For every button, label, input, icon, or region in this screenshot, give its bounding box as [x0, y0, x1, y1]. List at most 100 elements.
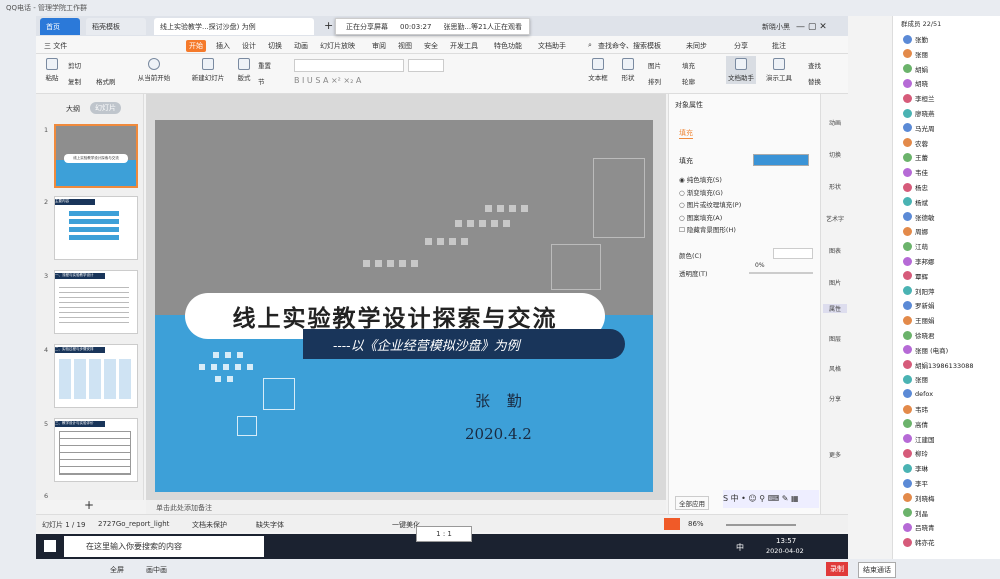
- cut-button[interactable]: 剪切: [68, 60, 81, 70]
- copy-button[interactable]: 复制: [68, 76, 81, 86]
- menu-view[interactable]: 视图: [398, 41, 412, 51]
- ime-indicator[interactable]: 中: [736, 542, 744, 553]
- member-item[interactable]: 农蓉: [903, 138, 928, 148]
- notes-area[interactable]: 单击此处添加备注: [146, 500, 666, 514]
- arrange-button[interactable]: 排列: [648, 76, 661, 86]
- color-select[interactable]: [773, 248, 813, 259]
- member-item[interactable]: 杨忠: [903, 182, 928, 192]
- fill-button[interactable]: 填充: [682, 60, 695, 70]
- member-item[interactable]: 李平: [903, 478, 928, 488]
- member-item[interactable]: 王丽娟: [903, 315, 935, 325]
- file-menu[interactable]: 三 文件: [44, 41, 67, 51]
- member-item[interactable]: 江建国: [903, 434, 935, 444]
- member-item[interactable]: 刘晶: [903, 508, 928, 518]
- new-slide-button[interactable]: 新建幻灯片: [186, 58, 230, 82]
- present-tools-button[interactable]: 演示工具: [762, 58, 796, 82]
- menu-features[interactable]: 特色功能: [494, 41, 522, 51]
- option-gradient[interactable]: ○ 渐变填充(G): [679, 187, 741, 200]
- member-item[interactable]: 高倩: [903, 419, 928, 429]
- reset-button[interactable]: 重置: [258, 60, 271, 70]
- taskbar-search[interactable]: 在这里输入你要搜索的内容: [64, 536, 264, 557]
- option-solid[interactable]: ◉ 纯色填充(S): [679, 174, 741, 187]
- tool-style[interactable]: 风格: [823, 364, 847, 373]
- window-controls[interactable]: — ▢ ✕: [796, 22, 827, 32]
- slide-thumbnail-3[interactable]: 一、流程与实验教学设计: [54, 270, 138, 334]
- command-search[interactable]: 查找命令、搜索模板: [598, 41, 661, 51]
- menu-review[interactable]: 审阅: [372, 41, 386, 51]
- textbox-button[interactable]: 文本框: [586, 58, 610, 82]
- tool-more[interactable]: 更多: [823, 450, 847, 459]
- member-item[interactable]: 张丽 (电商): [903, 345, 948, 355]
- member-item[interactable]: 覃辉: [903, 271, 928, 281]
- tool-shape[interactable]: 形状: [823, 182, 847, 191]
- tool-chart[interactable]: 图表: [823, 246, 847, 255]
- pip-button[interactable]: 画中画: [146, 565, 167, 575]
- menu-animation[interactable]: 动画: [294, 41, 308, 51]
- replace-button[interactable]: 替换: [808, 76, 821, 86]
- member-item[interactable]: 韩亦花: [903, 537, 935, 547]
- tab-slides[interactable]: 幻灯片: [90, 102, 121, 114]
- sync-status[interactable]: 未同步: [686, 41, 707, 51]
- member-item[interactable]: 韦玮: [903, 404, 928, 414]
- slide-subtitle[interactable]: ----以《企业经营模拟沙盘》为例: [303, 329, 625, 359]
- fullscreen-button[interactable]: 全屏: [110, 565, 124, 575]
- member-item[interactable]: 胡晓: [903, 78, 928, 88]
- theme-name[interactable]: 2727Go_report_light: [98, 520, 169, 528]
- tab-home[interactable]: 首页: [40, 18, 80, 35]
- member-item[interactable]: 李桓兰: [903, 93, 935, 103]
- tool-properties[interactable]: 属性: [823, 304, 847, 313]
- member-item[interactable]: 胡娟13986133088: [903, 360, 974, 370]
- menu-insert[interactable]: 插入: [216, 41, 230, 51]
- option-picture[interactable]: ○ 图片或纹理填充(P): [679, 199, 741, 212]
- member-item[interactable]: 吕晓青: [903, 522, 935, 532]
- slide-author[interactable]: 张 勤: [475, 390, 528, 411]
- doc-assistant-button[interactable]: 文档助手: [726, 56, 756, 84]
- section-button[interactable]: 节: [258, 76, 265, 86]
- fill-color-picker[interactable]: [753, 154, 809, 166]
- member-item[interactable]: 杨斌: [903, 197, 928, 207]
- current-slide[interactable]: 线上实验教学设计探索与交流 ----以《企业经营模拟沙盘》为例 张 勤 2020…: [155, 120, 653, 492]
- zoom-level[interactable]: 86%: [688, 520, 704, 528]
- font-style-buttons[interactable]: B I U S A ×² ×₂ A: [294, 76, 361, 85]
- tool-animation[interactable]: 动画: [823, 118, 847, 127]
- tab-outline[interactable]: 大纲: [66, 104, 80, 114]
- tool-transition[interactable]: 切换: [823, 150, 847, 159]
- member-item[interactable]: 李琳: [903, 463, 928, 473]
- comment-button[interactable]: 批注: [772, 41, 786, 51]
- search-icon[interactable]: ⌕: [588, 41, 592, 50]
- member-item[interactable]: 柳玲: [903, 448, 928, 458]
- member-item[interactable]: 廖晓燕: [903, 108, 935, 118]
- slide-thumbnail-1[interactable]: 线上实验教学设计探索与交流: [54, 124, 138, 188]
- picture-button[interactable]: 图片: [648, 60, 661, 70]
- font-size-select[interactable]: [408, 59, 444, 72]
- slide-thumbnail-2[interactable]: 主要内容: [54, 196, 138, 260]
- menu-doc-assistant[interactable]: 文档助手: [538, 41, 566, 51]
- record-button[interactable]: 录制: [826, 562, 848, 576]
- slide-thumbnail-5[interactable]: 三、教学设计与实验评价: [54, 418, 138, 482]
- end-call-button[interactable]: 结束通话: [858, 562, 896, 578]
- slide-date[interactable]: 2020.4.2: [465, 425, 532, 443]
- tab-template[interactable]: 稻壳模板: [86, 18, 146, 35]
- play-from-current-button[interactable]: 从当前开始: [132, 58, 176, 82]
- apply-all-button[interactable]: 全部应用: [675, 496, 709, 510]
- windows-start-icon[interactable]: [44, 540, 56, 552]
- option-hide-background[interactable]: ☐ 隐藏背景图形(H): [679, 224, 741, 237]
- menu-slideshow[interactable]: 幻灯片放映: [320, 41, 355, 51]
- member-item[interactable]: 李邦娜: [903, 256, 935, 266]
- member-item[interactable]: 江萌: [903, 241, 928, 251]
- member-item[interactable]: 马光周: [903, 123, 935, 133]
- outline-button[interactable]: 轮廓: [682, 76, 695, 86]
- find-button[interactable]: 查找: [808, 60, 821, 70]
- tab-fill[interactable]: 填充: [679, 128, 693, 139]
- zoom-slider[interactable]: [726, 524, 796, 526]
- format-painter-button[interactable]: 格式刷: [96, 76, 116, 86]
- tab-document[interactable]: 线上实验教学...探讨沙盘) 为例: [154, 18, 314, 35]
- font-name-select[interactable]: [294, 59, 404, 72]
- missing-font[interactable]: 缺失字体: [256, 520, 284, 530]
- protect-status[interactable]: 文档未保护: [192, 520, 227, 530]
- input-method-toolbar[interactable]: S 中 • ☺ ⚲ ⌨ ✎ ▦: [723, 490, 819, 508]
- share-button[interactable]: 分享: [734, 41, 748, 51]
- tool-picture[interactable]: 图片: [823, 278, 847, 287]
- member-item[interactable]: 韦佳: [903, 167, 928, 177]
- tool-share[interactable]: 分享: [823, 394, 847, 403]
